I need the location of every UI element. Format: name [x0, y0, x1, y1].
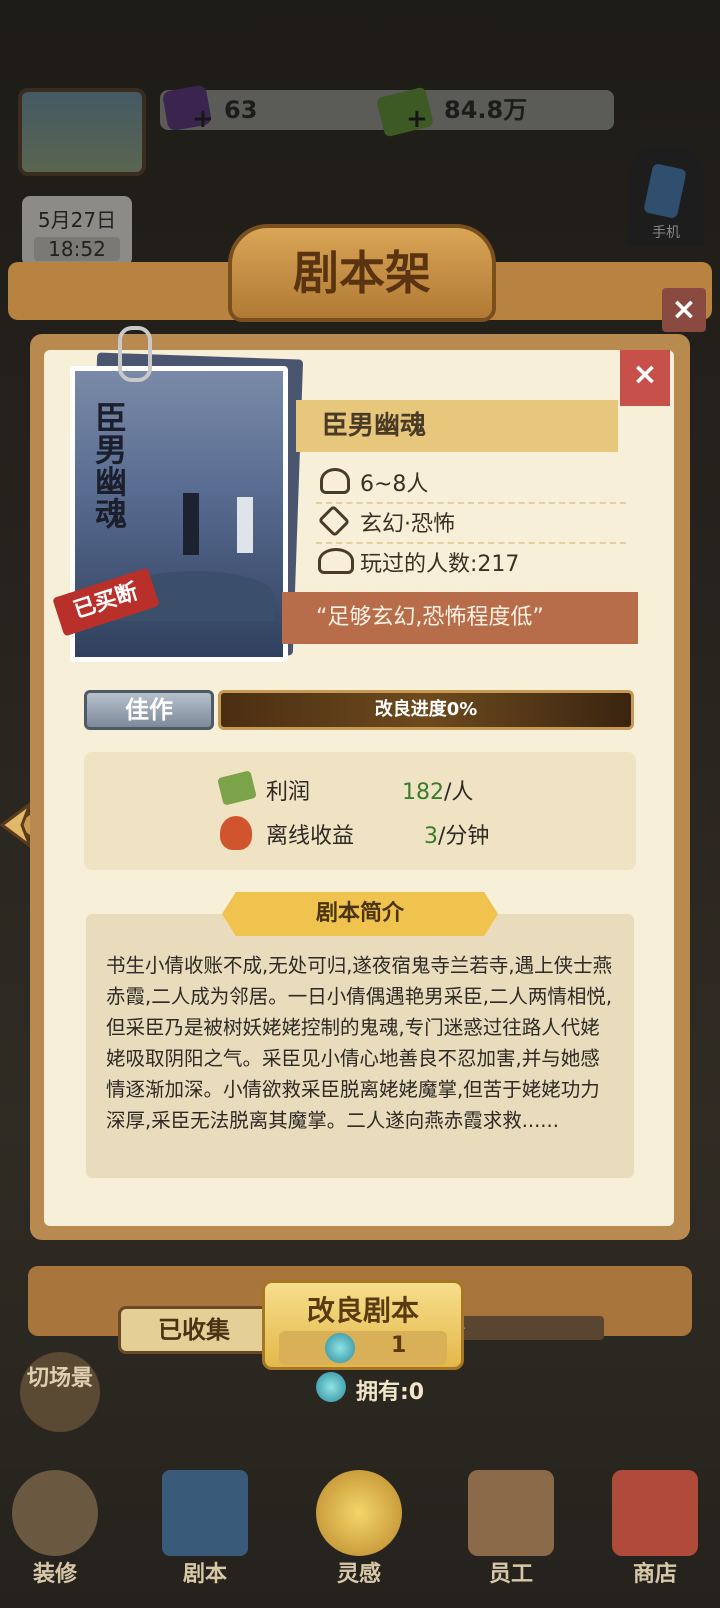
- profit-unit: /人: [444, 780, 474, 805]
- players-icon: [320, 468, 350, 494]
- offline-value: 3: [424, 824, 438, 849]
- cover-figure-white: [237, 497, 253, 553]
- played-row: 玩过的人数:217: [316, 542, 626, 582]
- owned-count: 拥有:0: [356, 1380, 425, 1405]
- profit-value-group: 182/人: [402, 774, 473, 806]
- grade-badge: 佳作: [84, 690, 214, 730]
- players-text: 6~8人: [360, 472, 429, 497]
- inspiration-coin-icon: [325, 1333, 355, 1363]
- stats-panel: 利润 182/人 离线收益 3/分钟: [84, 752, 636, 870]
- shop-icon: [612, 1470, 698, 1556]
- profit-label: 利润: [266, 780, 311, 805]
- shelf-close-button[interactable]: ×: [662, 288, 706, 332]
- book-icon: [162, 1470, 248, 1556]
- nav-decorate-label: 装修: [32, 1562, 77, 1587]
- nav-staff-label: 员工: [488, 1562, 533, 1587]
- improve-progress-text: 改良进度0%: [374, 699, 478, 720]
- id-card-icon: [468, 1470, 554, 1556]
- collection-progress: 4: [444, 1316, 604, 1340]
- improve-cost: 1: [391, 1333, 407, 1358]
- nav-staff[interactable]: 员工: [456, 1470, 566, 1590]
- nav-decorate[interactable]: 装修: [0, 1470, 110, 1590]
- switch-scene-button[interactable]: 切场景: [20, 1352, 100, 1432]
- group-icon: [318, 548, 354, 574]
- switch-scene-label: 切场景: [26, 1366, 93, 1391]
- profit-value: 182: [402, 780, 444, 805]
- intro-title: 剧本简介: [222, 892, 498, 936]
- bulb-icon: [316, 1470, 402, 1556]
- nav-inspiration-label: 灵感: [336, 1562, 381, 1587]
- players-row: 6~8人: [316, 462, 626, 504]
- offline-unit: /分钟: [438, 824, 490, 849]
- nav-script[interactable]: 剧本: [150, 1470, 260, 1590]
- owned-coin-icon: [316, 1372, 346, 1402]
- offline-label: 离线收益: [266, 824, 355, 849]
- house-icon: [12, 1470, 98, 1556]
- shelf-title: 剧本架: [228, 224, 496, 322]
- nav-shop-label: 商店: [632, 1562, 677, 1587]
- genre-row: 玄幻·恐怖: [316, 502, 626, 544]
- collected-button[interactable]: 已收集: [118, 1306, 270, 1354]
- pouch-icon: [220, 816, 252, 850]
- improve-progress-bar: 改良进度0%: [218, 690, 634, 730]
- card-close-button[interactable]: ×: [620, 350, 670, 406]
- genre-text: 玄幻·恐怖: [360, 512, 455, 537]
- paperclip-icon: [118, 326, 152, 382]
- played-count-text: 玩过的人数:217: [360, 552, 520, 577]
- intro-text: 书生小倩收账不成,无处可归,遂夜宿鬼寺兰若寺,遇上侠士燕赤霞,二人成为邻居。一日…: [106, 954, 613, 1132]
- script-name-ribbon: 臣男幽魂: [296, 400, 618, 452]
- cover-figure: [183, 493, 199, 555]
- nav-shop[interactable]: 商店: [600, 1470, 710, 1590]
- money-icon: [217, 770, 257, 806]
- improve-script-label: 改良剧本: [306, 1294, 419, 1327]
- nav-script-label: 剧本: [182, 1562, 227, 1587]
- review-quote: “足够玄幻,恐怖程度低”: [282, 592, 638, 644]
- improve-script-button[interactable]: 改良剧本 1: [262, 1280, 464, 1370]
- tag-icon: [317, 504, 351, 538]
- cover-title: 臣男幽魂: [90, 401, 128, 529]
- offline-value-group: 3/分钟: [424, 818, 489, 850]
- nav-inspiration[interactable]: 灵感: [304, 1470, 414, 1590]
